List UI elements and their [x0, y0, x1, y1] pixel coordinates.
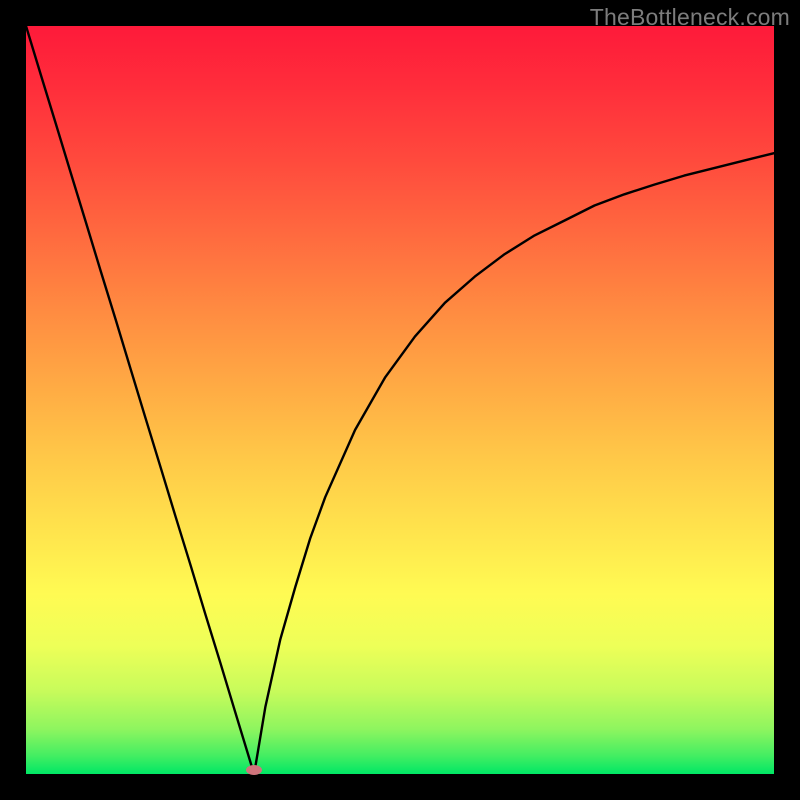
minimum-marker [246, 765, 262, 775]
chart-svg [0, 0, 800, 800]
plot-background [26, 26, 774, 774]
watermark-text: TheBottleneck.com [590, 4, 790, 31]
chart-container: TheBottleneck.com [0, 0, 800, 800]
